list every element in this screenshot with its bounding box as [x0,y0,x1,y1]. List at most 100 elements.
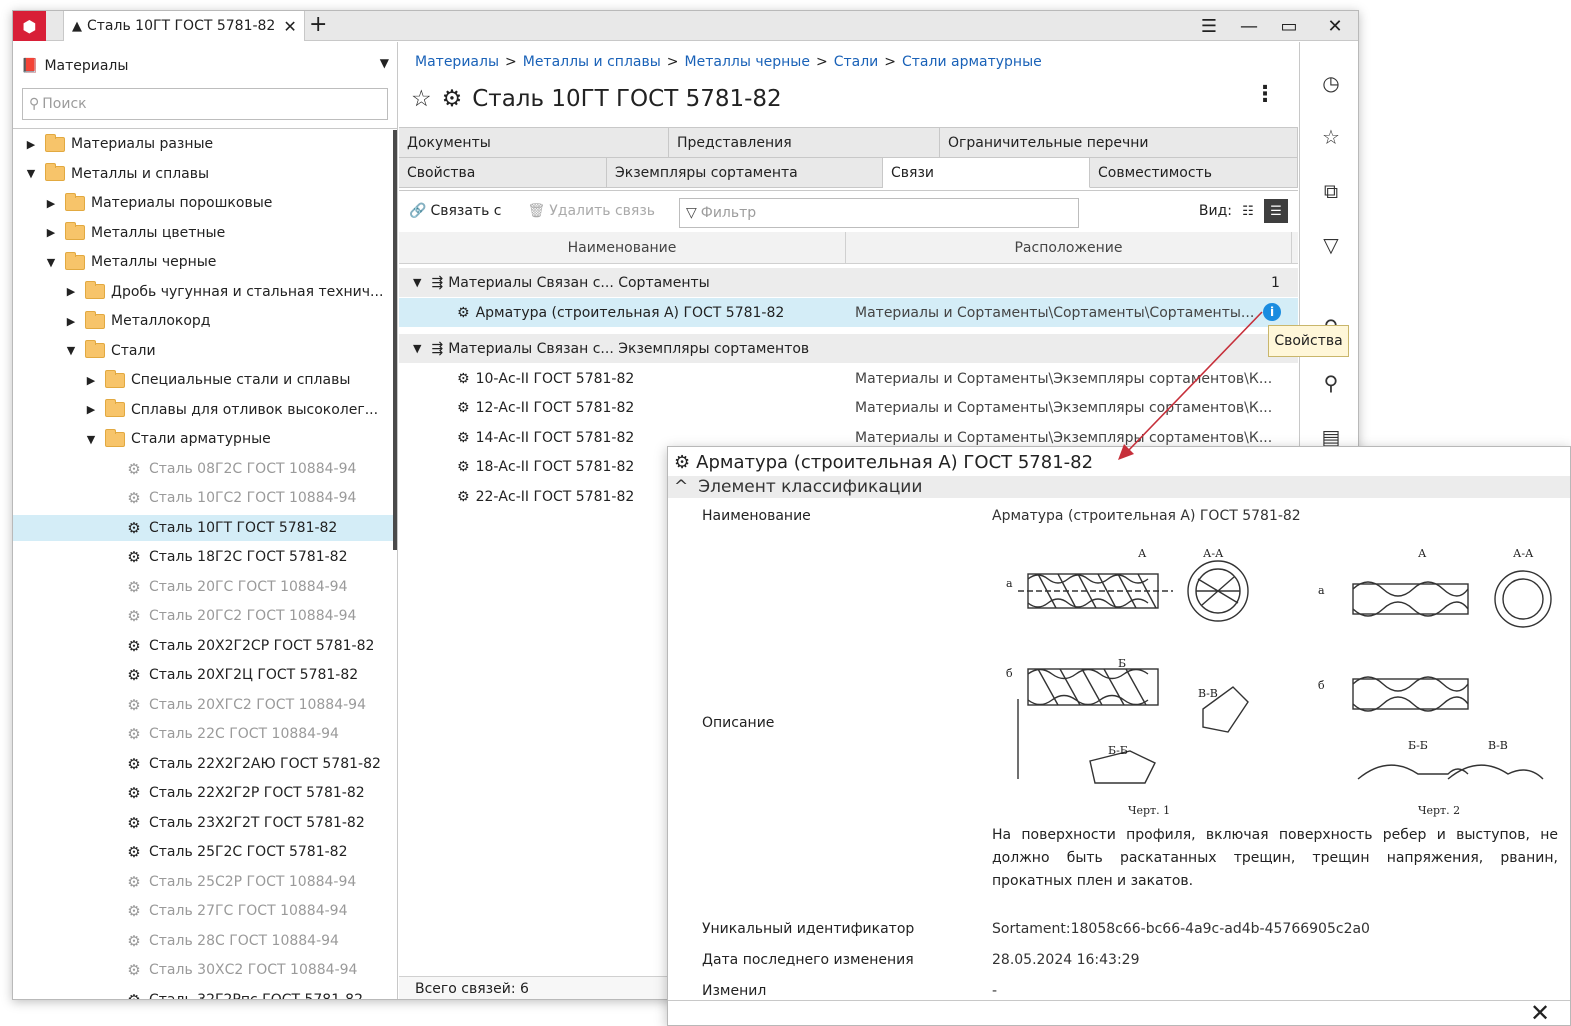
material-gear-icon: ⚙ [127,666,141,684]
tree-folder[interactable]: ▶ Сплавы для отливок высоколег... [85,397,378,423]
tree-scrollbar[interactable] [393,130,397,550]
tree-item[interactable]: ⚙ Сталь 27ГС ГОСТ 10884-94 [105,898,347,924]
classification-section[interactable]: ^ Элемент классификации [668,476,1570,498]
table-row[interactable]: ⚙ 12-Ас-II ГОСТ 5781-82 Материалы и Сортам… [399,393,1298,422]
expand-right-icon[interactable]: ▶ [85,403,97,416]
tree-folder[interactable]: ▶ Дробь чугунная и стальная технич... [65,279,383,305]
tree-item[interactable]: ⚙ Сталь 10ГТ ГОСТ 5781-82 [13,514,393,541]
tree-item[interactable]: ⚙ Сталь 20Х2Г2СР ГОСТ 5781-82 [105,633,374,659]
delete-link-button[interactable]: 🗑 Удалить связь [527,197,655,225]
breadcrumb-link[interactable]: Стали [834,54,879,70]
tab-assortment-instances[interactable]: Экземпляры сортамента [607,158,883,188]
breadcrumb-link[interactable]: Металлы и сплавы [523,54,661,70]
tree-folder[interactable]: ▼ Металлы черные [45,249,216,275]
tree-item[interactable]: ⚙ Сталь 22С ГОСТ 10884-94 [105,721,339,747]
group-row[interactable]: ▼ ⇶ Материалы Связан с... Экземпляры сорта… [399,334,1298,363]
more-options-icon[interactable]: ⋮ [1254,82,1276,107]
list-view-icon[interactable]: ☰ [1264,199,1288,223]
expand-right-icon[interactable]: ▶ [65,315,77,328]
expand-down-icon[interactable]: ▼ [65,344,77,357]
tree-view-icon[interactable]: ☷ [1236,199,1260,223]
table-row[interactable]: ⚙ 10-Ас-II ГОСТ 5781-82 Материалы и Сортам… [399,364,1298,393]
folders-icon[interactable]: ⧉ [1318,178,1344,204]
tree-item[interactable]: ⚙ Сталь 32Г2Рпс ГОСТ 5781-82 [105,987,363,1000]
tree-item[interactable]: ⚙ Сталь 20ХГС2 ГОСТ 10884-94 [105,692,366,718]
expand-right-icon[interactable]: ▶ [45,197,57,210]
expand-down-icon[interactable]: ▼ [413,276,421,289]
tree-folder[interactable]: ▶ Металлы цветные [45,220,225,246]
tree-item[interactable]: ⚙ Сталь 20ГС ГОСТ 10884-94 [105,574,347,600]
tab-representations[interactable]: Представления [669,128,940,158]
tree-item[interactable]: ⚙ Сталь 23Х2Г2Т ГОСТ 5781-82 [105,810,364,836]
new-tab-button[interactable]: + [309,13,327,37]
expand-down-icon[interactable]: ▼ [25,167,37,180]
tree-folder[interactable]: ▶ Материалы порошковые [45,190,272,216]
document-tab[interactable]: ▲ Сталь 10ГТ ГОСТ 5781-82 ✕ [63,11,305,41]
tree-folder[interactable]: ▶ Специальные стали и сплавы [85,367,350,393]
tab-documents[interactable]: Документы [399,128,669,158]
tree-item[interactable]: ⚙ Сталь 20ХГ2Ц ГОСТ 5781-82 [105,662,358,688]
row-location: Материалы и Сортаменты\Экземпляры сортам… [855,399,1273,416]
table-row[interactable]: ⚙ Арматура (строительная А) ГОСТ 5781-82 М… [399,298,1298,327]
filter-funnel-icon[interactable]: ▽ [1318,232,1344,258]
expand-right-icon[interactable]: ▶ [25,138,37,151]
tree-item[interactable]: ⚙ Сталь 28С ГОСТ 10884-94 [105,928,339,954]
tree-item[interactable]: ⚙ Сталь 18Г2С ГОСТ 5781-82 [105,544,347,570]
tree-item[interactable]: ⚙ Сталь 25С2Р ГОСТ 10884-94 [105,869,356,895]
popup-close-icon[interactable]: ✕ [1530,999,1550,1025]
tree-folder[interactable]: ▼ Металлы и сплавы [25,161,209,187]
tree-label: Металлы цветные [91,224,226,241]
chevron-up-icon[interactable]: ^ [674,477,688,497]
name-value: Арматура (строительная А) ГОСТ 5781-82 [992,508,1301,524]
expand-right-icon[interactable]: ▶ [65,285,77,298]
app-logo-icon[interactable]: ⬢ [13,11,46,41]
minimize-button[interactable]: — [1229,11,1269,41]
tab-properties[interactable]: Свойства [399,158,607,188]
expand-down-icon[interactable]: ▼ [413,342,421,355]
search-material-icon[interactable]: ⚲ [1318,370,1344,396]
drawing-label-A-2: А [1418,547,1427,560]
material-tree[interactable]: ▶ Материалы разные ▼ Металлы и сплавы ▶ Матер… [13,128,398,1000]
tree-folder[interactable]: ▶ Металлокорд [65,308,210,334]
group-row[interactable]: ▼ ⇶ Материалы Связан с... Сортаменты 1 [399,268,1298,297]
close-tab-icon[interactable]: ✕ [283,17,296,36]
history-icon[interactable]: ◷ [1318,70,1344,96]
tree-folder[interactable]: ▶ Материалы разные [25,131,213,157]
breadcrumb-link[interactable]: Стали арматурные [902,54,1042,70]
material-gear-icon: ⚙ [127,577,141,596]
filter-input[interactable]: ▽ Фильтр [679,198,1079,228]
expand-down-icon[interactable]: ▼ [85,433,97,446]
tree-item[interactable]: ⚙ Сталь 22Х2Г2Р ГОСТ 5781-82 [105,780,364,806]
info-icon[interactable]: i [1263,303,1281,321]
tree-item[interactable]: ⚙ Сталь 20ГС2 ГОСТ 10884-94 [105,603,356,629]
column-location[interactable]: Расположение [846,232,1292,264]
favorite-star-icon[interactable]: ☆ [411,86,432,112]
tree-item[interactable]: ⚙ Сталь 10ГС2 ГОСТ 10884-94 [105,485,356,511]
breadcrumb-link[interactable]: Металлы черные [685,54,810,70]
library-selector[interactable]: 📕 Материалы ▼ [21,54,391,78]
search-input[interactable]: ⚲ Поиск [22,88,388,120]
expand-right-icon[interactable]: ▶ [85,374,97,387]
tree-item[interactable]: ⚙ Сталь 08Г2С ГОСТ 10884-94 [105,456,356,482]
menu-icon[interactable]: ☰ [1189,11,1229,41]
close-button[interactable]: ✕ [1315,11,1355,41]
tab-compatibility[interactable]: Совместимость [1090,158,1298,188]
chevron-down-icon[interactable]: ▼ [380,56,389,70]
expand-down-icon[interactable]: ▼ [45,256,57,269]
expand-right-icon[interactable]: ▶ [45,226,57,239]
tab-links[interactable]: Связи [883,158,1090,188]
drawing-label-B-1: Б [1118,657,1126,670]
material-gear-icon: ⚙ [127,607,141,625]
maximize-button[interactable]: ▭ [1269,11,1309,41]
tree-folder[interactable]: ▼ Стали арматурные [85,426,271,452]
tab-restrictive-lists[interactable]: Ограничительные перечни [940,128,1298,158]
drawing-label-a-2: а [1318,584,1325,597]
favorites-star-icon[interactable]: ☆ [1318,124,1344,150]
link-with-button[interactable]: 🔗 Связать с [409,197,501,225]
tree-folder[interactable]: ▼ Стали [65,338,156,364]
column-name[interactable]: Наименование [399,232,846,264]
tree-item[interactable]: ⚙ Сталь 22Х2Г2АЮ ГОСТ 5781-82 [105,751,381,777]
breadcrumb-link[interactable]: Материалы [415,54,499,70]
tree-item[interactable]: ⚙ Сталь 30ХС2 ГОСТ 10884-94 [105,957,357,983]
tree-item[interactable]: ⚙ Сталь 25Г2С ГОСТ 5781-82 [105,839,347,865]
